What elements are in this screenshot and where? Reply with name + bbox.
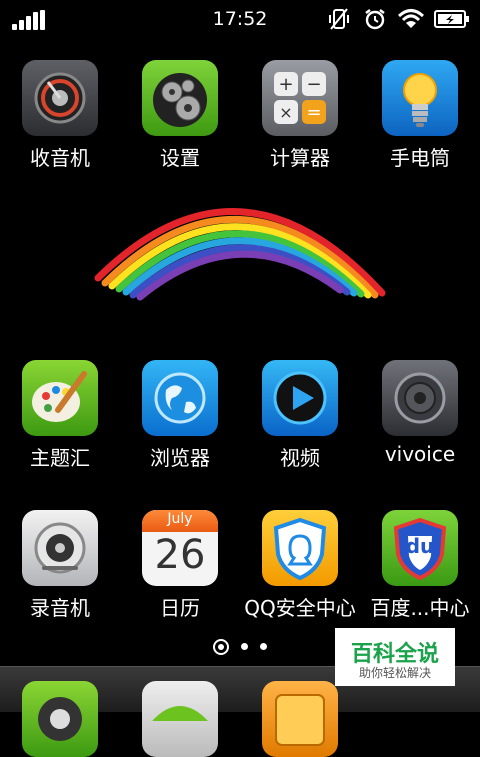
app-label: vivoice bbox=[384, 442, 456, 466]
page-dot-current[interactable] bbox=[213, 638, 229, 655]
app-qq-security[interactable]: QQ安全中心 bbox=[240, 510, 360, 640]
theme-palette-icon bbox=[22, 360, 98, 436]
app-label: 录音机 bbox=[30, 596, 90, 620]
svg-text:+: + bbox=[278, 74, 293, 95]
qq-shield-icon bbox=[262, 510, 338, 586]
phone-dial-icon[interactable] bbox=[22, 681, 98, 757]
watermark-subtitle: 助你轻松解决 bbox=[358, 666, 431, 680]
battery-charging-icon bbox=[434, 7, 470, 31]
app-vivoice[interactable]: vivoice bbox=[360, 360, 480, 490]
radio-icon bbox=[22, 60, 98, 136]
orange-folder-icon[interactable] bbox=[262, 681, 338, 757]
settings-gear-icon bbox=[142, 60, 218, 136]
browser-globe-icon bbox=[142, 360, 218, 436]
video-play-icon bbox=[262, 360, 338, 436]
app-label: 设置 bbox=[160, 146, 200, 170]
app-flashlight[interactable]: 手电筒 bbox=[360, 60, 480, 190]
svg-text:−: − bbox=[306, 74, 321, 95]
rainbow-wallpaper bbox=[90, 178, 390, 303]
app-calculator[interactable]: + − × = 计算器 bbox=[240, 60, 360, 190]
watermark-logo: 百科全说 助你轻松解决 bbox=[335, 628, 455, 686]
page-dot[interactable] bbox=[241, 643, 248, 650]
green-app-icon[interactable] bbox=[142, 681, 218, 757]
app-video[interactable]: 视频 bbox=[240, 360, 360, 490]
svg-text:=: = bbox=[306, 102, 321, 123]
app-radio[interactable]: 收音机 bbox=[0, 60, 120, 190]
app-theme[interactable]: 主题汇 bbox=[0, 360, 120, 490]
app-baidu-security[interactable]: du 百度...中心 bbox=[360, 510, 480, 640]
app-settings[interactable]: 设置 bbox=[120, 60, 240, 190]
app-label: 百度...中心 bbox=[370, 596, 470, 620]
status-bar: 17:52 bbox=[0, 0, 480, 38]
calendar-day: 26 bbox=[154, 532, 206, 578]
app-calendar[interactable]: July 26 日历 bbox=[120, 510, 240, 640]
baidu-badge-text: du bbox=[405, 534, 435, 558]
baidu-shield-icon: du bbox=[382, 510, 458, 586]
app-recorder[interactable]: 录音机 bbox=[0, 510, 120, 640]
speaker-icon bbox=[382, 360, 458, 436]
app-label: 浏览器 bbox=[150, 446, 210, 470]
page-dot[interactable] bbox=[260, 643, 267, 650]
app-label: 手电筒 bbox=[390, 146, 450, 170]
app-label: 日历 bbox=[160, 596, 200, 620]
app-label: 计算器 bbox=[270, 146, 330, 170]
calendar-icon: July 26 bbox=[142, 510, 218, 586]
vibrate-icon bbox=[326, 7, 352, 31]
svg-text:×: × bbox=[279, 103, 292, 122]
app-browser[interactable]: 浏览器 bbox=[120, 360, 240, 490]
recorder-icon bbox=[22, 510, 98, 586]
app-label: 主题汇 bbox=[30, 446, 90, 470]
calendar-month: July bbox=[167, 511, 193, 527]
flashlight-bulb-icon bbox=[382, 60, 458, 136]
app-label: QQ安全中心 bbox=[244, 596, 356, 620]
app-label: 视频 bbox=[280, 446, 320, 470]
app-label: 收音机 bbox=[30, 146, 90, 170]
calculator-icon: + − × = bbox=[262, 60, 338, 136]
wifi-icon bbox=[398, 7, 424, 31]
alarm-clock-icon bbox=[362, 7, 388, 31]
